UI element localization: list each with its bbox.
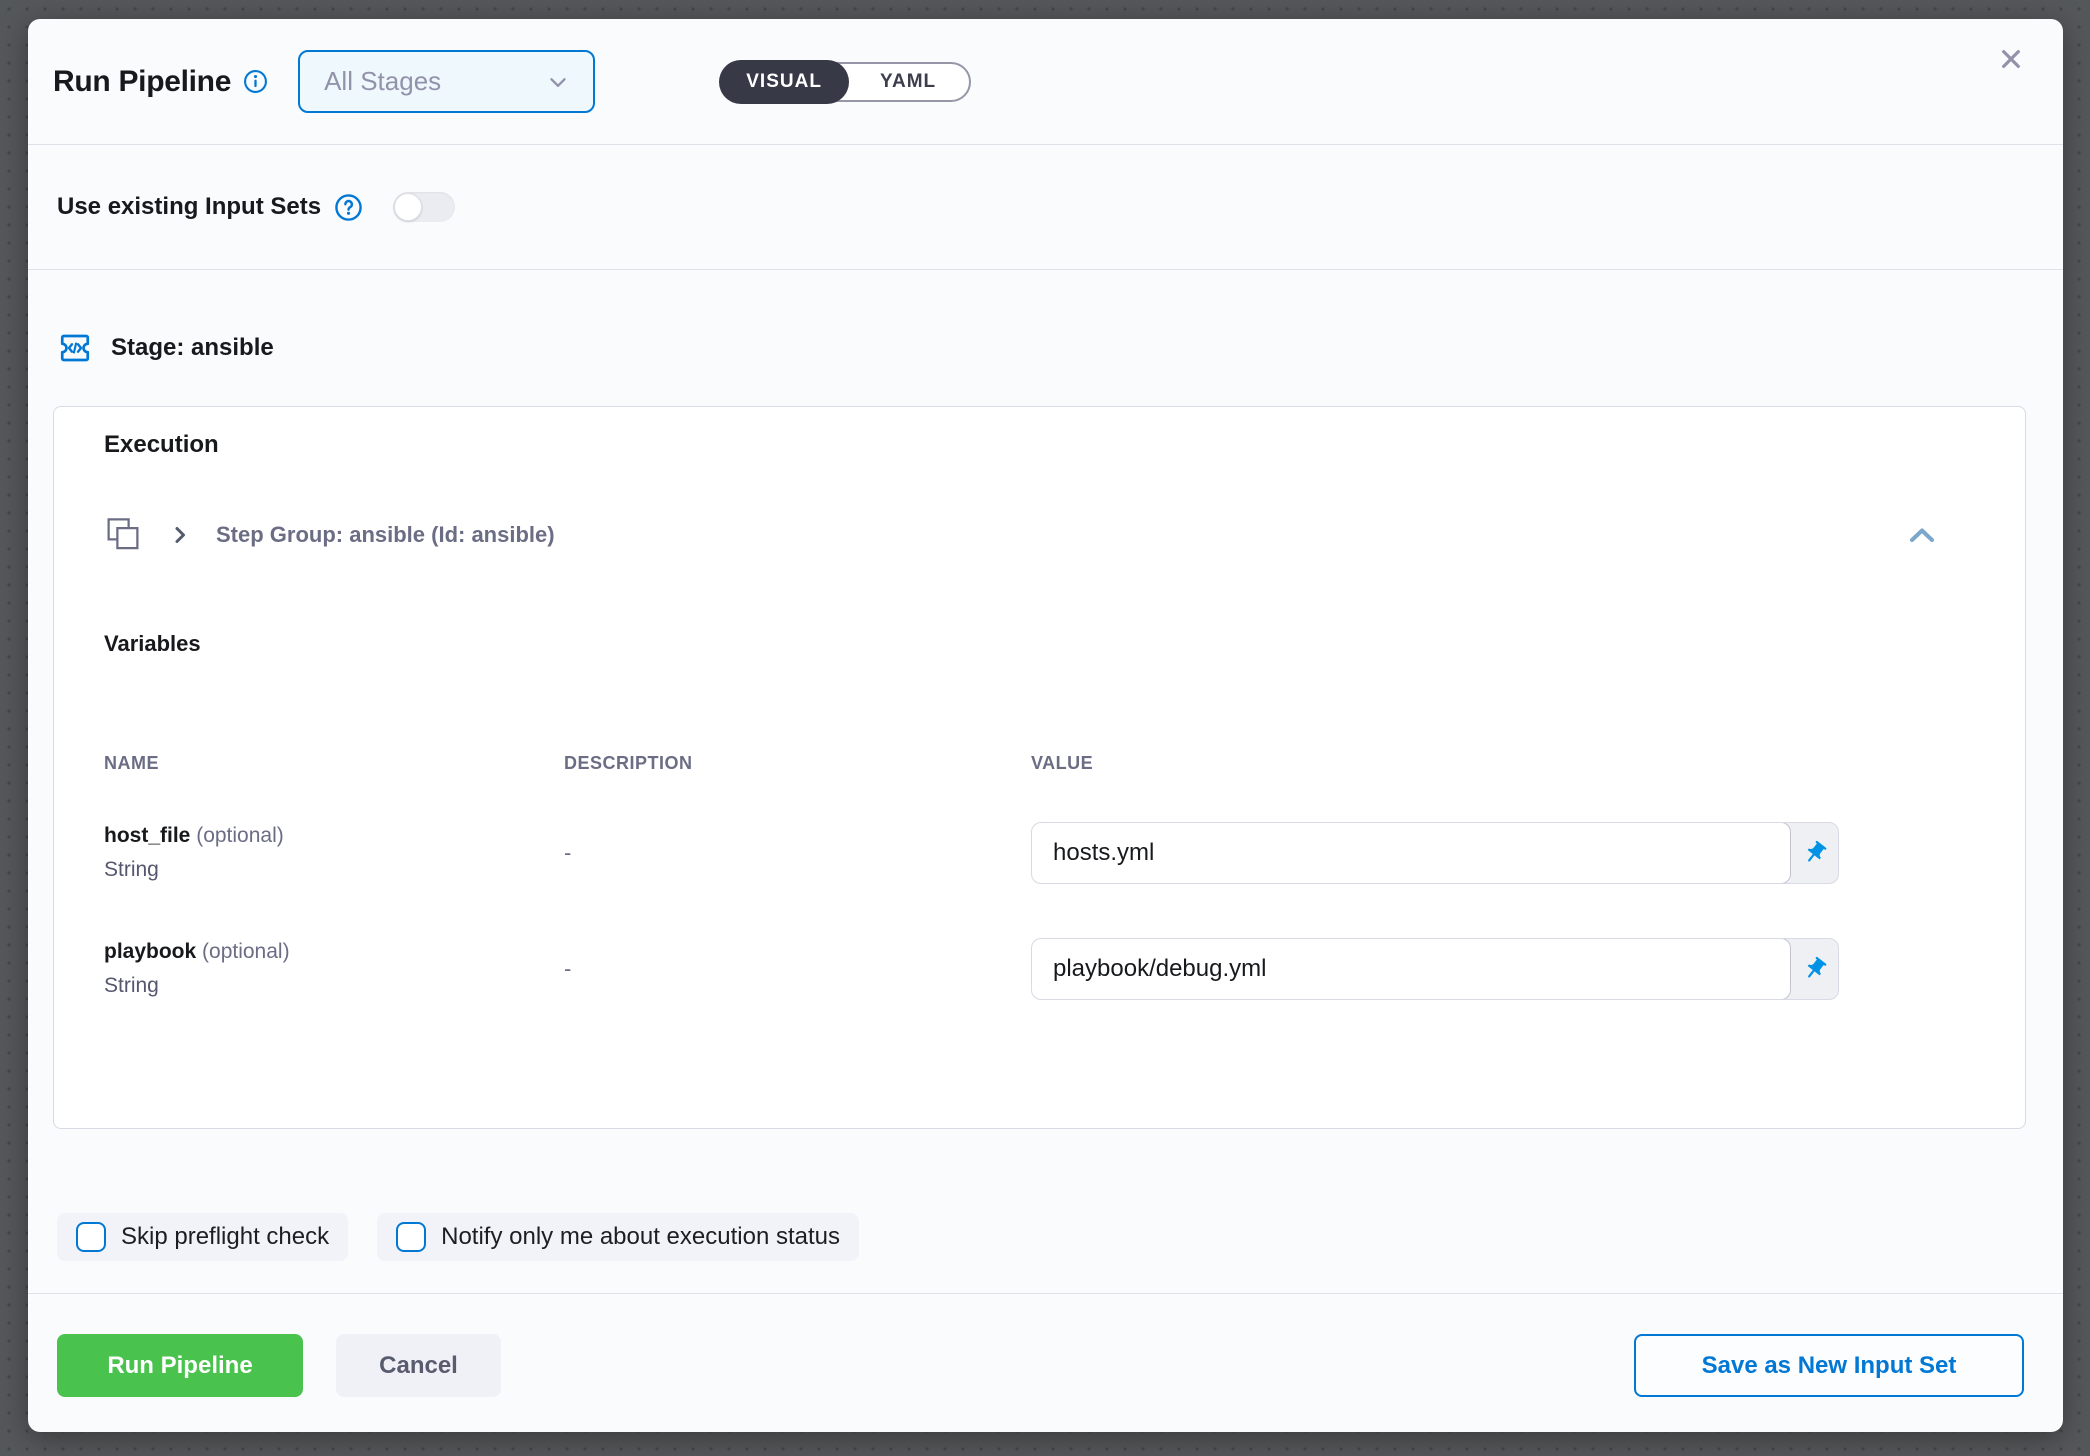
input-sets-label: Use existing Input Sets [57,193,321,221]
variable-type: String [104,974,564,998]
save-as-new-input-set-button[interactable]: Save as New Input Set [1634,1334,2024,1397]
pin-button[interactable] [1791,939,1838,999]
skip-preflight-label: Skip preflight check [121,1223,329,1251]
variables-table: NAME DESCRIPTION VALUE host_file (option… [104,753,1943,1000]
stage-selector-value: All Stages [324,66,441,97]
table-row: host_file (optional) String - [104,822,1943,884]
column-header-name: NAME [104,753,564,774]
cancel-button[interactable]: Cancel [336,1334,501,1397]
pin-button[interactable] [1791,823,1838,883]
close-button[interactable] [1989,37,2033,81]
step-group-row: Step Group: ansible (Id: ansible) [104,515,1943,555]
modal-footer: Run Pipeline Cancel Save as New Input Se… [57,1334,2024,1397]
notify-me-option[interactable]: Notify only me about execution status [377,1213,859,1261]
input-sets-toggle[interactable] [393,192,455,222]
variables-table-header: NAME DESCRIPTION VALUE [104,753,1943,774]
playbook-input[interactable] [1031,938,1791,1000]
footer-divider [28,1293,2063,1294]
variable-optional-tag: (optional) [202,940,290,963]
tab-yaml[interactable]: YAML [847,71,969,93]
pin-icon [1796,951,1832,987]
variable-name-cell: host_file (optional) String [104,824,564,882]
input-sets-section: Use existing Input Sets [28,145,2063,270]
host-file-input[interactable] [1031,822,1791,884]
run-pipeline-modal: Run Pipeline All Stages YAML [28,19,2063,1432]
stage-label: Stage: ansible [111,334,274,362]
page-backdrop: Run Pipeline All Stages YAML [0,0,2090,1456]
skip-preflight-option[interactable]: Skip preflight check [57,1213,348,1261]
step-group-label: Step Group: ansible (Id: ansible) [216,522,555,548]
chevron-right-icon[interactable] [168,523,192,547]
variable-type: String [104,858,564,882]
column-header-value: VALUE [1031,753,1943,774]
stage-selector-dropdown[interactable]: All Stages [298,50,595,113]
stage-icon [57,330,93,366]
help-icon[interactable] [334,193,363,222]
step-group-icon [104,515,142,555]
tab-visual[interactable]: VISUAL [719,60,849,104]
run-pipeline-button[interactable]: Run Pipeline [57,1334,303,1397]
skip-preflight-checkbox[interactable] [76,1222,106,1252]
notify-me-checkbox[interactable] [396,1222,426,1252]
variable-name-cell: playbook (optional) String [104,940,564,998]
chevron-down-icon [545,69,571,95]
info-icon[interactable] [243,69,268,94]
modal-header: Run Pipeline All Stages YAML [28,19,2063,145]
options-row: Skip preflight check Notify only me abou… [57,1213,2063,1261]
visual-yaml-toggle: YAML VISUAL [721,62,971,102]
stage-row: Stage: ansible [28,270,2063,366]
variable-optional-tag: (optional) [196,824,284,847]
chevron-up-icon [1905,522,1939,548]
toggle-knob [394,193,422,221]
collapse-section-button[interactable] [1901,518,1943,552]
execution-title: Execution [104,407,1943,459]
variables-title: Variables [104,631,1943,657]
table-row: playbook (optional) String - [104,938,1943,1000]
variable-value-field [1031,822,1839,884]
notify-me-label: Notify only me about execution status [441,1223,840,1251]
variable-description: - [564,956,1031,982]
variable-name: playbook [104,940,196,963]
variable-name: host_file [104,824,190,847]
column-header-description: DESCRIPTION [564,753,1031,774]
variable-value-field [1031,938,1839,1000]
close-icon [1995,43,2027,75]
execution-card: Execution Step Group: ansible (Id: ansib… [53,406,2026,1129]
page-title: Run Pipeline [53,65,231,99]
variable-description: - [564,840,1031,866]
pin-icon [1796,835,1832,871]
